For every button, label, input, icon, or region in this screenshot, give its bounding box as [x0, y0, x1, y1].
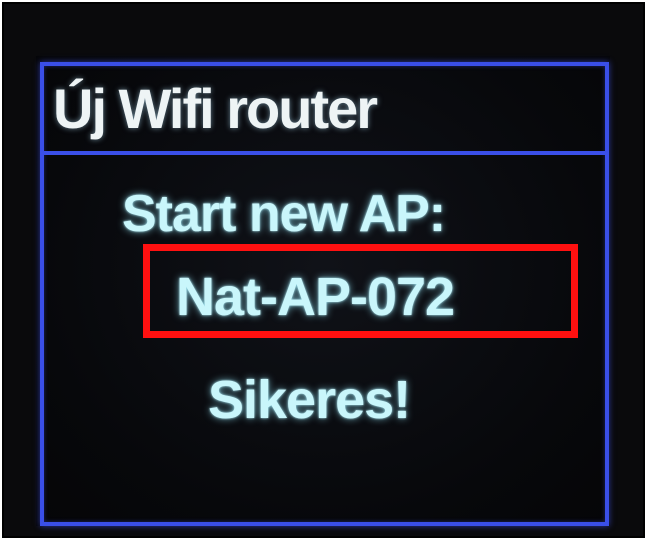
- status-message: Sikeres!: [208, 370, 411, 430]
- start-ap-label: Start new AP:: [122, 185, 446, 243]
- screen-title: Új Wifi router: [53, 77, 378, 140]
- device-photo: Új Wifi router Start new AP: Nat-AP-072 …: [0, 0, 649, 542]
- ap-name-highlight-box: [143, 244, 578, 338]
